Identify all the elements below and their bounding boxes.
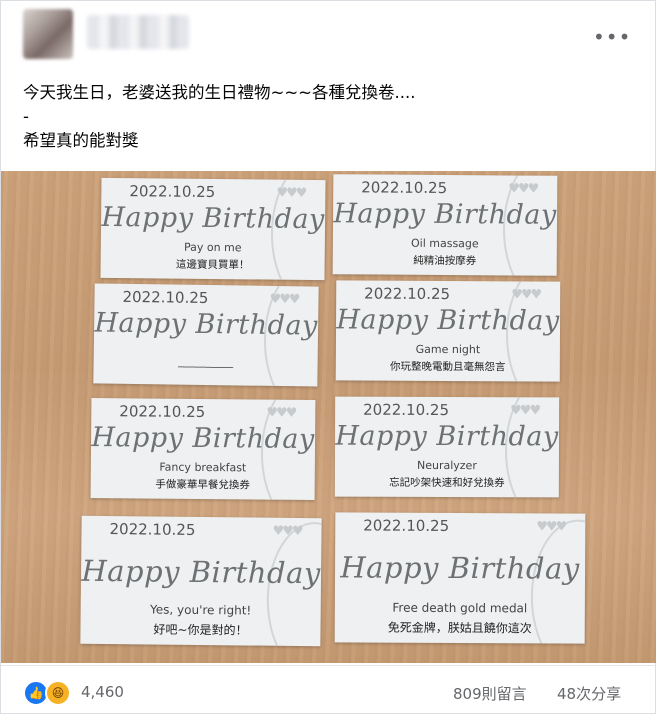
coupon-chinese: 忘記吵架快速和好兌換券 xyxy=(389,476,505,490)
coupon-english: Yes, you're right! xyxy=(150,602,252,618)
coupon-title: Happy Birthday xyxy=(94,307,319,342)
reaction-count[interactable]: 4,460 xyxy=(81,683,124,701)
coupon-title: Happy Birthday xyxy=(101,201,325,236)
hearts-icon: ♥♥♥ xyxy=(272,523,302,540)
hearts-icon: ♥♥♥ xyxy=(276,185,306,201)
coupon-date: 2022.10.25 xyxy=(119,402,206,422)
coupon-card: 2022.10.25 ♥♥♥ Happy Birthday Neuralyzer… xyxy=(334,396,560,498)
hearts-icon: ♥♥♥ xyxy=(266,405,296,421)
coupon-card: 2022.10.25 ♥♥♥ Happy Birthday Yes, you'r… xyxy=(80,515,322,647)
coupon-date: 2022.10.25 xyxy=(361,178,448,198)
more-options-icon[interactable]: ••• xyxy=(593,27,631,47)
coupon-chinese: 這邊寶貝買單！ xyxy=(175,258,250,272)
coupon-card: 2022.10.25 ♥♥♥ Happy Birthday Game night… xyxy=(335,280,561,382)
hearts-icon: ♥♥♥ xyxy=(510,403,540,419)
coupon-date: 2022.10.25 xyxy=(122,287,209,308)
coupon-title: Happy Birthday xyxy=(340,550,580,586)
coupon-english: Oil massage xyxy=(410,236,479,251)
coupon-title: Happy Birthday xyxy=(81,553,321,591)
post-text-line: 希望真的能對獎 xyxy=(23,131,139,150)
post-text-line: - xyxy=(23,107,29,126)
hearts-icon: ♥♥♥ xyxy=(269,291,299,308)
coupon-title: Happy Birthday xyxy=(335,420,559,453)
haha-reaction-icon[interactable]: 😆 xyxy=(45,680,71,706)
coupon-english: Free death gold medal xyxy=(392,600,528,616)
post-header: ••• xyxy=(1,1,656,73)
coupon-chinese: 免死金牌，朕姑且饒你這次 xyxy=(387,620,532,636)
coupon-card: 2022.10.25 ♥♥♥ Happy Birthday Free death… xyxy=(334,512,586,644)
coupon-title: Happy Birthday xyxy=(333,198,557,231)
coupon-chinese: 純精油按摩券 xyxy=(413,254,477,268)
coupon-chinese: 手做豪華早餐兌換券 xyxy=(155,478,250,492)
post-photo[interactable]: 2022.10.25 ♥♥♥ Happy Birthday Pay on me … xyxy=(1,171,656,663)
coupon-card: 2022.10.25 ♥♥♥ Happy Birthday Fancy brea… xyxy=(90,398,316,500)
author-name-blurred[interactable] xyxy=(87,15,189,49)
coupon-date: 2022.10.25 xyxy=(363,400,450,420)
post-footer: 👍 😆 4,460 809則留言 48次分享 xyxy=(1,665,656,716)
hearts-icon: ♥♥♥ xyxy=(536,519,566,535)
author-avatar[interactable] xyxy=(23,9,73,59)
comment-count-link[interactable]: 809則留言 xyxy=(453,683,527,704)
coupon-card: 2022.10.25 ♥♥♥ Happy Birthday Oil massag… xyxy=(332,174,558,276)
coupon-date: 2022.10.25 xyxy=(129,182,216,202)
post-text-line: 今天我生日，老婆送我的生日禮物~~~各種兌換卷.... xyxy=(23,83,416,102)
coupon-date: 2022.10.25 xyxy=(363,516,450,535)
coupon-title: Happy Birthday xyxy=(336,304,560,337)
coupon-english: Neuralyzer xyxy=(416,458,477,473)
coupon-chinese: 你玩整晚電動且毫無怨言 xyxy=(390,360,506,374)
post-text: 今天我生日，老婆送我的生日禮物~~~各種兌換卷.... - 希望真的能對獎 xyxy=(23,81,633,153)
coupon-title: Happy Birthday xyxy=(91,422,315,455)
coupon-english: Fancy breakfast xyxy=(159,460,247,475)
coupon-chinese: 好吧~你是對的！ xyxy=(153,622,248,638)
coupon-english: __________ xyxy=(178,354,234,369)
coupon-date: 2022.10.25 xyxy=(109,520,196,539)
hearts-icon: ♥♥♥ xyxy=(511,287,541,303)
facebook-post: ••• 今天我生日，老婆送我的生日禮物~~~各種兌換卷.... - 希望真的能對… xyxy=(0,0,656,714)
coupon-english: Game night xyxy=(415,342,481,357)
coupon-english: Pay on me xyxy=(183,240,242,255)
share-count-link[interactable]: 48次分享 xyxy=(557,683,621,704)
coupon-card: 2022.10.25 ♥♥♥ Happy Birthday __________ xyxy=(93,283,319,387)
coupon-date: 2022.10.25 xyxy=(364,284,451,304)
coupon-card: 2022.10.25 ♥♥♥ Happy Birthday Pay on me … xyxy=(100,177,326,281)
hearts-icon: ♥♥♥ xyxy=(508,181,538,197)
